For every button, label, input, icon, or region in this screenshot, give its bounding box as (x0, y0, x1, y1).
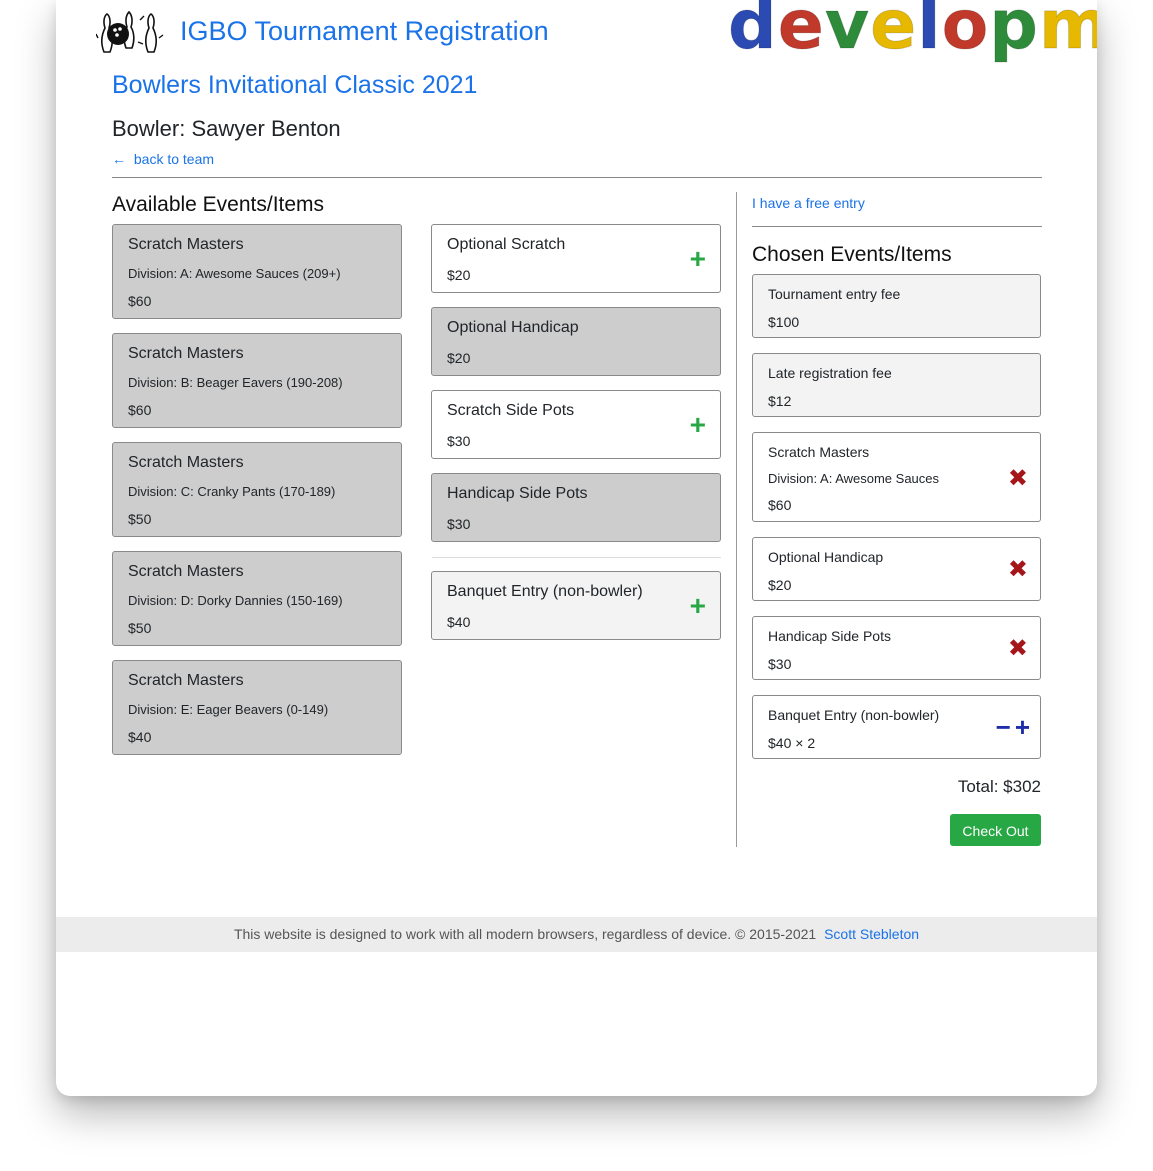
app-title: IGBO Tournament Registration (180, 16, 549, 46)
event-card-scratch-c: Scratch Masters Division: C: Cranky Pant… (112, 442, 402, 537)
page-footer: This website is designed to work with al… (56, 917, 1097, 952)
item-name: Scratch Masters (768, 444, 870, 460)
divider (112, 177, 1042, 178)
event-price: $40 (128, 729, 152, 745)
event-name: Scratch Masters (128, 563, 244, 580)
event-card-scratch-a: Scratch Masters Division: A: Awesome Sau… (112, 224, 402, 319)
bowler-name: Bowler: Sawyer Benton (112, 116, 341, 141)
remove-icon[interactable]: ✖ (1008, 637, 1028, 661)
item-name: Handicap Side Pots (768, 628, 891, 644)
event-division: Division: E: Eager Beavers (0-149) (128, 702, 329, 717)
item-name: Optional Handicap (768, 549, 884, 565)
event-name: Banquet Entry (non-bowler) (447, 583, 643, 600)
divider (752, 226, 1042, 227)
bowling-logo-icon (96, 10, 164, 53)
event-name: Optional Handicap (447, 319, 579, 336)
back-link-label: back to team (133, 151, 215, 167)
event-name: Optional Scratch (447, 236, 566, 253)
event-division: Division: A: Awesome Sauces (209+) (128, 266, 341, 281)
item-name: Late registration fee (768, 365, 892, 381)
item-price: $40 × 2 (768, 735, 816, 751)
event-name: Scratch Masters (128, 345, 244, 362)
check-out-button[interactable]: Check Out (950, 814, 1041, 846)
remove-icon[interactable]: ✖ (1008, 558, 1028, 582)
minus-icon[interactable]: − (996, 712, 1011, 742)
footer-text: This website is designed to work with al… (233, 926, 817, 942)
banner-letter: v (824, 0, 871, 65)
chosen-item-optional-handicap: Optional Handicap $20 ✖ (752, 537, 1041, 601)
banner-letter: l (917, 0, 942, 65)
add-icon[interactable]: + (690, 245, 706, 273)
event-card-optional-handicap: Optional Handicap $20 (431, 307, 721, 376)
banner-letter: d (728, 0, 778, 65)
add-icon[interactable]: + (690, 592, 706, 620)
free-entry-link[interactable]: I have a free entry (752, 195, 865, 211)
event-card-scratch-side-pots[interactable]: Scratch Side Pots $30 + (431, 390, 721, 459)
order-total: Total: $302 (957, 777, 1041, 796)
banner-letter: e (777, 0, 825, 65)
chosen-item-entry-fee: Tournament entry fee $100 (752, 274, 1041, 338)
event-division: Division: C: Cranky Pants (170-189) (128, 484, 336, 499)
add-icon[interactable]: + (690, 411, 706, 439)
banner-letter: m (1038, 0, 1097, 65)
chosen-header: Chosen Events/Items (752, 243, 952, 266)
event-price: $30 (447, 433, 471, 449)
divider (432, 557, 721, 558)
event-division: Division: D: Dorky Dannies (150-169) (128, 593, 343, 608)
banner-letter: o (941, 0, 990, 65)
event-name: Scratch Masters (128, 672, 244, 689)
quantity-stepper: − + (996, 714, 1030, 740)
back-to-team-link[interactable]: ← back to team (112, 151, 214, 167)
chosen-item-handicap-side-pots: Handicap Side Pots $30 ✖ (752, 616, 1041, 680)
event-card-banquet[interactable]: Banquet Entry (non-bowler) $40 + (431, 571, 721, 640)
event-card-scratch-e: Scratch Masters Division: E: Eager Beave… (112, 660, 402, 755)
item-name: Tournament entry fee (768, 286, 901, 302)
event-name: Scratch Masters (128, 454, 244, 471)
banner-letter: e (870, 0, 918, 65)
development-banner: development (728, 0, 1097, 60)
item-price: $20 (768, 577, 792, 593)
item-name: Banquet Entry (non-bowler) (768, 707, 940, 723)
event-price: $50 (128, 511, 152, 527)
event-name: Handicap Side Pots (447, 485, 588, 502)
event-price: $60 (128, 293, 152, 309)
item-division: Division: A: Awesome Sauces (768, 471, 940, 486)
item-price: $60 (768, 497, 792, 513)
event-price: $20 (447, 267, 471, 283)
chosen-item-banquet: Banquet Entry (non-bowler) $40 × 2 − + (752, 695, 1041, 759)
event-price: $20 (447, 350, 471, 366)
item-price: $30 (768, 656, 792, 672)
plus-icon[interactable]: + (1015, 712, 1030, 742)
banner-letter: p (989, 0, 1039, 65)
chosen-item-scratch-masters: Scratch Masters Division: A: Awesome Sau… (752, 432, 1041, 522)
event-card-handicap-side-pots: Handicap Side Pots $30 (431, 473, 721, 542)
chosen-item-late-fee: Late registration fee $12 (752, 353, 1041, 417)
event-name: Scratch Side Pots (447, 402, 575, 419)
column-divider (736, 192, 737, 847)
footer-author-link[interactable]: Scott Stebleton (824, 926, 919, 942)
remove-icon[interactable]: ✖ (1008, 467, 1028, 491)
event-price: $60 (128, 402, 152, 418)
tournament-title: Bowlers Invitational Classic 2021 (112, 71, 478, 99)
item-price: $100 (768, 314, 800, 330)
arrow-left-icon: ← (112, 151, 126, 167)
event-division: Division: B: Beager Eavers (190-208) (128, 375, 343, 390)
event-card-scratch-b: Scratch Masters Division: B: Beager Eave… (112, 333, 402, 428)
event-card-optional-scratch[interactable]: Optional Scratch $20 + (431, 224, 721, 293)
event-price: $50 (128, 620, 152, 636)
item-price: $12 (768, 393, 792, 409)
browser-window: IGBO Tournament Registration development… (56, 0, 1097, 1096)
event-card-scratch-d: Scratch Masters Division: D: Dorky Danni… (112, 551, 402, 646)
available-header: Available Events/Items (112, 193, 325, 216)
event-price: $40 (447, 614, 471, 630)
event-price: $30 (447, 516, 471, 532)
event-name: Scratch Masters (128, 236, 244, 253)
